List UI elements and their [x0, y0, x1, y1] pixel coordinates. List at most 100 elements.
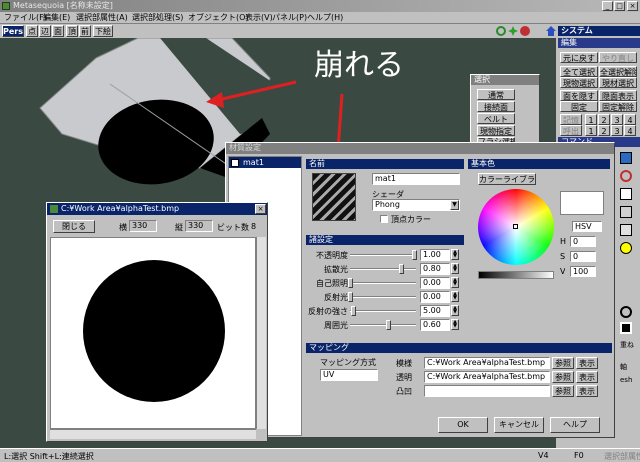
- param-slider-thumb[interactable]: [351, 306, 356, 316]
- tool-edge-button[interactable]: 辺: [39, 25, 51, 37]
- param-value-input[interactable]: 0.80: [420, 263, 450, 275]
- param-value-input[interactable]: 1.00: [420, 249, 450, 261]
- select-connected-button[interactable]: 接続面: [477, 101, 515, 112]
- menu-panel[interactable]: パネル(P): [272, 13, 307, 23]
- map-ref-button[interactable]: 参照: [552, 371, 574, 383]
- memory-slot-3[interactable]: 3: [611, 114, 623, 125]
- menu-object[interactable]: オブジェクト(O): [188, 13, 249, 23]
- select-all-button[interactable]: 全て選択: [560, 66, 598, 77]
- map-ref-button[interactable]: 参照: [552, 385, 574, 397]
- param-spin-button[interactable]: ▲ ▼: [451, 249, 459, 260]
- param-spin-button[interactable]: ▲ ▼: [451, 305, 459, 316]
- param-spin-button[interactable]: ▲ ▼: [451, 319, 459, 330]
- knife-icon[interactable]: [620, 206, 632, 218]
- select-current-button[interactable]: 現物指定: [477, 125, 515, 136]
- recall-slot-4[interactable]: 4: [624, 125, 636, 136]
- memory-slot-1[interactable]: 1: [585, 114, 597, 125]
- select-visible-button[interactable]: 現物選択: [560, 77, 598, 88]
- map-show-button[interactable]: 表示: [576, 385, 598, 397]
- tool-underlay-button[interactable]: 下絵: [93, 25, 113, 37]
- param-spin-button[interactable]: ▲ ▼: [451, 291, 459, 302]
- memory-slot-2[interactable]: 2: [598, 114, 610, 125]
- recall-slot-3[interactable]: 3: [611, 125, 623, 136]
- param-spin-button[interactable]: ▲ ▼: [451, 263, 459, 274]
- tool-front-button[interactable]: 前: [79, 25, 91, 37]
- ok-button[interactable]: OK: [438, 417, 488, 433]
- move-view-icon[interactable]: [508, 26, 518, 36]
- map-show-button[interactable]: 表示: [576, 371, 598, 383]
- param-value-input[interactable]: 5.00: [420, 305, 450, 317]
- map-ref-button[interactable]: 参照: [552, 357, 574, 369]
- lock-button[interactable]: 固定: [560, 101, 598, 112]
- param-slider-track[interactable]: [350, 296, 416, 298]
- param-value-input[interactable]: 0.60: [420, 319, 450, 331]
- select-normal-button[interactable]: 通常: [477, 89, 515, 100]
- recall-slot-1[interactable]: 1: [585, 125, 597, 136]
- vertex-color-checkbox[interactable]: [380, 215, 388, 223]
- memory-button[interactable]: 記憶: [560, 114, 582, 125]
- select-belt-button[interactable]: ベルト: [477, 113, 515, 124]
- help-button[interactable]: ヘルプ: [550, 417, 600, 433]
- rotate-view-icon[interactable]: [520, 26, 530, 36]
- menu-sel-proc[interactable]: 選択部処理(S): [132, 13, 183, 23]
- recall-slot-2[interactable]: 2: [598, 125, 610, 136]
- tool-face-button[interactable]: 面: [52, 25, 64, 37]
- map-path-input[interactable]: [424, 385, 550, 397]
- color-mode-select[interactable]: HSV: [572, 221, 602, 232]
- menu-sel-attr[interactable]: 選択部属性(A): [76, 13, 128, 23]
- map-path-input[interactable]: C:¥Work Area¥alphaTest.bmp: [424, 357, 550, 369]
- grid-icon[interactable]: [620, 322, 632, 334]
- hide-face-button[interactable]: 面を隠す: [560, 90, 598, 101]
- param-slider-thumb[interactable]: [399, 264, 404, 274]
- vertical-scrollbar[interactable]: [256, 237, 266, 429]
- param-slider-track[interactable]: [350, 310, 416, 312]
- redo-button[interactable]: やり直し: [599, 52, 637, 63]
- v-input[interactable]: 100: [570, 266, 596, 277]
- image-window-close-icon[interactable]: ×: [255, 204, 266, 214]
- shader-select[interactable]: Phong: [372, 199, 460, 211]
- material-name-input[interactable]: mat1: [372, 173, 460, 185]
- value-gradient-bar[interactable]: [478, 271, 554, 279]
- menu-view[interactable]: 表示(V): [245, 13, 273, 23]
- zoom-icon[interactable]: [496, 26, 506, 36]
- tool-top-button[interactable]: 頂: [66, 25, 78, 37]
- param-value-input[interactable]: 0.00: [420, 291, 450, 303]
- param-slider-thumb[interactable]: [412, 250, 417, 260]
- tool-point-button[interactable]: 点: [26, 25, 38, 37]
- material-list-item[interactable]: mat1: [229, 157, 301, 168]
- color-wheel[interactable]: [478, 189, 554, 265]
- menu-edit[interactable]: 編集(E): [43, 13, 70, 23]
- map-show-button[interactable]: 表示: [576, 357, 598, 369]
- menu-file[interactable]: ファイル(F): [4, 13, 47, 23]
- color-library-button[interactable]: カラーライブラリ: [478, 173, 536, 185]
- menu-help[interactable]: ヘルプ(H): [307, 13, 343, 23]
- param-slider-track[interactable]: [350, 282, 416, 284]
- draw-icon[interactable]: [620, 224, 632, 236]
- view-pers-button[interactable]: Pers: [2, 25, 24, 37]
- unlock-button[interactable]: 固定解除: [599, 101, 637, 112]
- home-view-icon[interactable]: [546, 26, 556, 36]
- scale-icon[interactable]: [620, 188, 632, 200]
- param-value-input[interactable]: 0.00: [420, 277, 450, 289]
- close-button[interactable]: ×: [627, 1, 638, 11]
- maximize-button[interactable]: □: [614, 1, 625, 11]
- chevron-down-icon[interactable]: ▼: [450, 200, 459, 210]
- memory-slot-4[interactable]: 4: [624, 114, 636, 125]
- image-close-button[interactable]: 閉じる: [53, 220, 95, 233]
- param-slider-track[interactable]: [350, 268, 416, 270]
- map-path-input[interactable]: C:¥Work Area¥alphaTest.bmp: [424, 371, 550, 383]
- lathe-icon[interactable]: [620, 242, 632, 254]
- cancel-button[interactable]: キャンセル: [494, 417, 544, 433]
- deselect-all-button[interactable]: 全選択解除: [599, 66, 637, 77]
- param-slider-thumb[interactable]: [348, 292, 353, 302]
- s-input[interactable]: 0: [570, 251, 596, 262]
- rotate-icon[interactable]: [620, 170, 632, 182]
- param-slider-track[interactable]: [350, 254, 416, 256]
- undo-button[interactable]: 元に戻す: [560, 52, 598, 63]
- param-slider-thumb[interactable]: [348, 278, 353, 288]
- cube-icon[interactable]: [620, 152, 632, 164]
- show-all-button[interactable]: 隠面表示: [599, 90, 637, 101]
- magnet-icon[interactable]: [620, 306, 632, 318]
- select-material-button[interactable]: 現材選択: [599, 77, 637, 88]
- param-slider-track[interactable]: [350, 324, 416, 326]
